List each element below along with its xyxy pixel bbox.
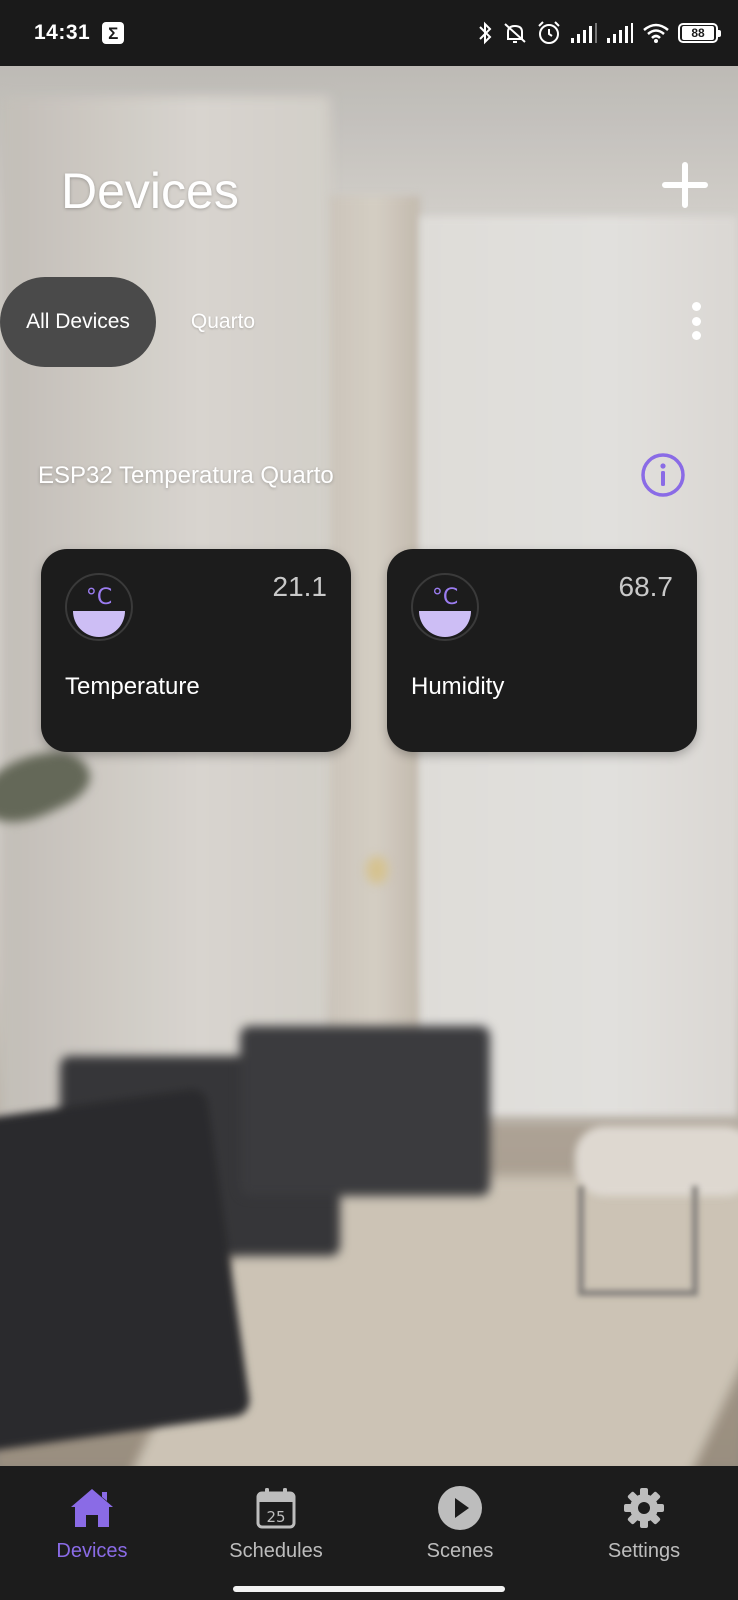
chip-quarto[interactable]: Quarto [168,277,278,367]
celsius-icon: °C [411,573,479,641]
sensor-card-temperature[interactable]: °C 21.1 Temperature [41,549,351,752]
status-left: 14:31 Σ [34,21,125,45]
nav-label: Scenes [426,1540,494,1562]
sigma-icon: Σ [102,22,125,44]
home-indicator[interactable] [233,1586,505,1592]
status-bar: 14:31 Σ 88 [0,0,738,66]
alarm-icon [538,21,560,44]
svg-text:°C: °C [432,585,458,610]
info-icon [641,453,685,497]
sensor-label: Temperature [65,673,200,700]
signal-icon [607,23,633,43]
calendar-day: 25 [266,1508,285,1526]
plus-icon [662,162,708,208]
sensor-card-humidity[interactable]: °C 68.7 Humidity [387,549,697,752]
background-image [0,66,738,1466]
signal-icon [571,23,597,43]
nav-label: Schedules [229,1540,323,1562]
more-options-button[interactable] [682,296,710,346]
play-icon [438,1486,482,1530]
nav-label: Settings [607,1540,681,1562]
more-vertical-icon [691,302,701,311]
status-time: 14:31 [34,21,91,44]
gear-icon [624,1488,664,1528]
battery-icon: 88 [678,23,721,43]
home-icon [71,1489,113,1527]
wifi-icon [643,23,669,43]
device-info-button[interactable] [640,452,686,498]
nav-schedules[interactable]: 25 Schedules [184,1466,368,1576]
nav-label: Devices [56,1540,128,1562]
bottom-nav: Devices 25 Schedules Scenes Settings [0,1466,738,1600]
mute-icon [504,23,526,43]
calendar-icon: 25 [256,1488,296,1529]
chip-all-devices[interactable]: All Devices [0,277,156,367]
nav-scenes[interactable]: Scenes [368,1466,552,1576]
sensor-label: Humidity [411,673,505,700]
sensor-value: 68.7 [618,571,674,602]
page-title: Devices [61,163,239,219]
device-group-title: ESP32 Temperatura Quarto [38,462,334,489]
sensor-value: 21.1 [272,571,328,602]
status-icons: 88 [476,20,721,46]
celsius-icon: °C [65,573,133,641]
svg-text:°C: °C [86,585,112,610]
nav-settings[interactable]: Settings [552,1466,736,1576]
add-device-button[interactable] [660,160,710,210]
nav-devices[interactable]: Devices [0,1466,184,1576]
bluetooth-icon [479,21,492,45]
battery-level: 88 [682,26,714,40]
